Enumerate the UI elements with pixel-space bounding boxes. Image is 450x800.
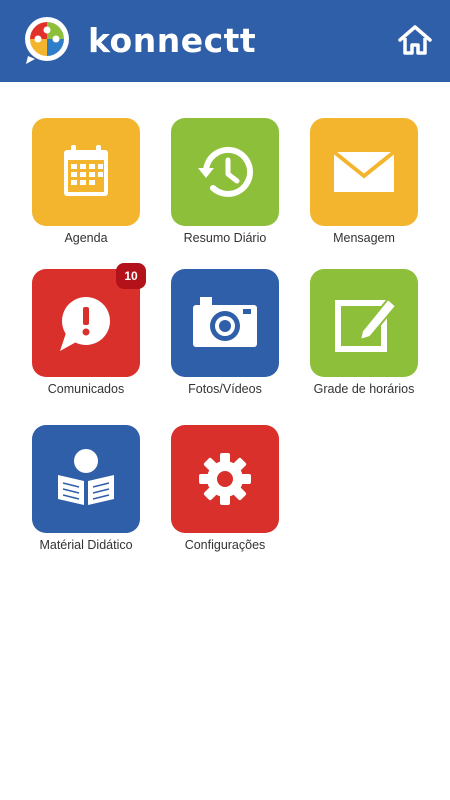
camera-icon: [193, 297, 257, 347]
reader-book-icon: [58, 449, 114, 505]
edit-pencil-icon: [335, 297, 398, 352]
app-header: konnectt: [0, 0, 450, 82]
tile-material-didatico[interactable]: Matérial Didático: [32, 425, 172, 575]
tile-agenda[interactable]: Agenda: [32, 118, 172, 268]
tile-comunicados-label: Comunicados: [47, 382, 125, 396]
tile-resumo-diario-label: Resumo Diário: [183, 231, 267, 245]
history-clock-icon: [198, 146, 253, 197]
tile-agenda-label: Agenda: [64, 231, 108, 245]
tile-fotos-videos[interactable]: Fotos/Vídeos: [171, 269, 311, 419]
tile-configuracoes[interactable]: Configurações: [171, 425, 311, 575]
tile-configuracoes-label: Configurações: [184, 538, 266, 552]
tile-comunicados[interactable]: 10 Comunicados: [32, 263, 172, 419]
gear-icon: [199, 453, 251, 505]
tile-grade-de-horarios[interactable]: Grade de horários: [310, 269, 450, 419]
calendar-icon: [64, 145, 108, 196]
tile-grade-de-horarios-label: Grade de horários: [313, 382, 415, 396]
tile-mensagem-label: Mensagem: [333, 231, 395, 245]
tile-resumo-diario[interactable]: Resumo Diário: [171, 118, 311, 268]
brand-name: konnectt: [88, 21, 257, 60]
puzzle-chat-logo-icon: [25, 17, 69, 64]
notification-badge: 10: [116, 263, 146, 289]
home-icon[interactable]: [398, 24, 432, 56]
envelope-icon: [332, 150, 396, 192]
tile-fotos-videos-label: Fotos/Vídeos: [188, 382, 262, 396]
tile-mensagem[interactable]: Mensagem: [310, 118, 450, 268]
tile-material-didatico-label: Matérial Didático: [39, 538, 133, 552]
